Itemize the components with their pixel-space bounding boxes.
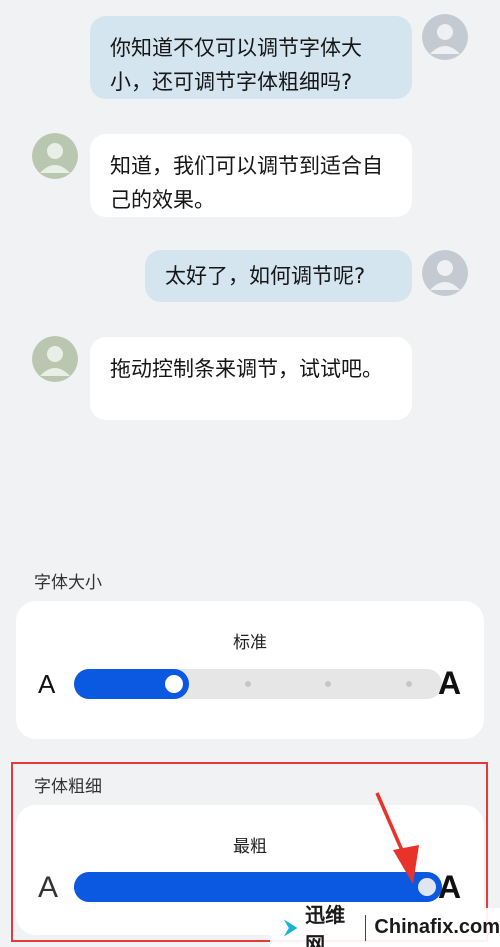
message-bubble-incoming: 拖动控制条来调节，试试吧。 [90,337,412,420]
large-a-label: A [438,665,462,701]
avatar[interactable] [32,336,78,382]
watermark: 迅维网 Chinafix.com [270,903,500,947]
font-size-section-title: 字体大小 [34,573,102,593]
slider-tick [406,681,412,687]
slider-tick [325,681,331,687]
message-text: 知道，我们可以调节到适合自己的效果。 [110,154,383,212]
message-text: 太好了，如何调节呢? [165,264,366,288]
message-text: 拖动控制条来调节，试试吧。 [110,357,383,381]
font-size-card: 标准 A A [16,601,484,739]
font-size-slider[interactable] [74,669,442,699]
avatar[interactable] [422,14,468,60]
message-bubble-outgoing: 你知道不仅可以调节字体大小，还可调节字体粗细吗? [90,16,412,99]
avatar[interactable] [32,133,78,179]
watermark-brand-cn: 迅维网 [305,902,346,947]
font-size-slider-thumb[interactable] [165,675,183,693]
watermark-brand-en: Chinafix.com [374,916,500,938]
watermark-separator [364,914,367,941]
chinafix-logo-icon [283,918,298,937]
slider-tick [245,681,251,687]
message-bubble-outgoing: 太好了，如何调节呢? [145,250,412,302]
user-avatar-icon [32,133,78,179]
small-a-label: A [38,669,56,699]
message-bubble-incoming: 知道，我们可以调节到适合自己的效果。 [90,134,412,217]
message-text: 你知道不仅可以调节字体大小，还可调节字体粗细吗? [110,36,362,94]
user-avatar-icon [32,336,78,382]
user-avatar-icon [422,14,468,60]
avatar[interactable] [422,250,468,296]
user-avatar-icon [422,250,468,296]
font-size-level-label: 标准 [233,633,267,653]
